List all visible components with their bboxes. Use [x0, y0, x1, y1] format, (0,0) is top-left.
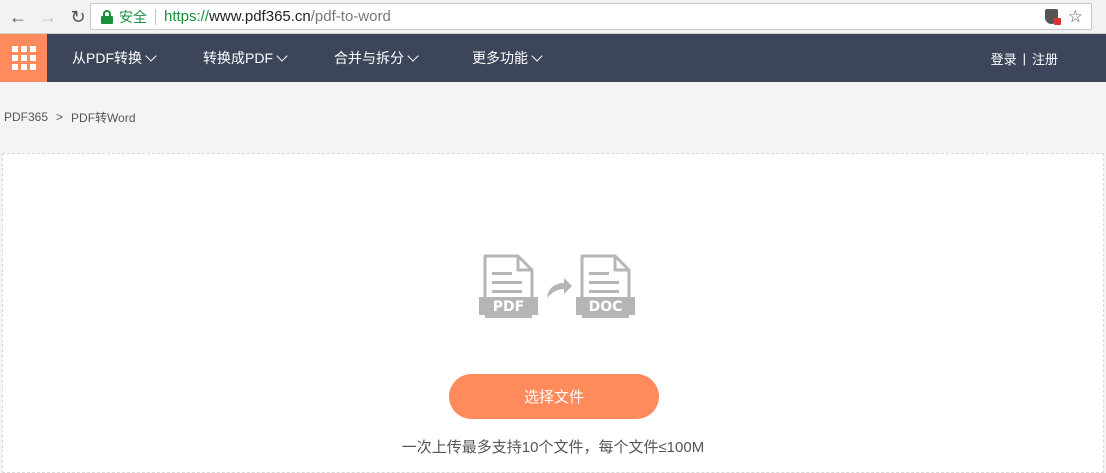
register-link[interactable]: 注册 [1032, 49, 1058, 68]
arrow-icon [547, 278, 572, 298]
secure-label: 安全 [119, 8, 147, 25]
back-icon[interactable]: ← [6, 5, 30, 29]
login-link[interactable]: 登录 [991, 49, 1017, 68]
breadcrumb: PDF365 > PDF转Word [0, 82, 1106, 152]
breadcrumb-separator: > [56, 110, 64, 124]
chevron-down-icon [276, 49, 288, 62]
doc-file-icon: DOC [576, 254, 635, 318]
upload-dropzone[interactable]: PDF DOC 选择文件 一次上传最多支持10个文件，每个文件≤100M [2, 153, 1104, 473]
shield-icon[interactable] [1044, 9, 1061, 25]
auth-divider: | [1022, 50, 1026, 66]
menu-label: 转换成PDF [203, 50, 273, 66]
menu-more[interactable]: 更多功能 [472, 48, 592, 68]
url-path: /pdf-to-word [310, 8, 391, 25]
doc-label: DOC [589, 299, 623, 315]
breadcrumb-home[interactable]: PDF365 [4, 110, 48, 124]
breadcrumb-current: PDF转Word [71, 110, 136, 125]
url-scheme: https:// [164, 8, 210, 25]
menu-label: 更多功能 [472, 50, 528, 66]
menu-from-pdf[interactable]: 从PDF转换 [72, 48, 203, 68]
pdf-file-icon: PDF [479, 254, 538, 318]
lock-icon [101, 9, 113, 24]
choose-file-button[interactable]: 选择文件 [449, 374, 659, 419]
bookmark-star-icon[interactable]: ☆ [1068, 8, 1083, 25]
browser-toolbar: ← → ↻ 安全 https://www.pdf365.cn/pdf-to-wo… [0, 0, 1106, 34]
menu-label: 从PDF转换 [72, 50, 142, 66]
apps-grid-icon[interactable] [0, 34, 47, 82]
forward-icon[interactable]: → [36, 5, 60, 29]
chevron-down-icon [145, 49, 157, 62]
chevron-down-icon [407, 49, 419, 62]
address-bar[interactable]: 安全 https://www.pdf365.cn/pdf-to-word ☆ [90, 3, 1092, 30]
auth-links: 登录 | 注册 [991, 34, 1058, 82]
menu-merge-split[interactable]: 合并与拆分 [334, 48, 472, 68]
chevron-down-icon [531, 49, 543, 62]
url-host: www.pdf365.cn [209, 8, 311, 25]
main-menu: 从PDF转换 转换成PDF 合并与拆分 更多功能 [72, 48, 592, 68]
site-nav: 从PDF转换 转换成PDF 合并与拆分 更多功能 登录 | 注册 [0, 34, 1106, 82]
reload-icon[interactable]: ↻ [66, 5, 90, 29]
menu-to-pdf[interactable]: 转换成PDF [203, 48, 334, 68]
pdf-label: PDF [493, 299, 524, 315]
menu-label: 合并与拆分 [334, 50, 404, 66]
address-separator [155, 8, 156, 25]
pdf-to-doc-illustration: PDF DOC [479, 254, 635, 318]
